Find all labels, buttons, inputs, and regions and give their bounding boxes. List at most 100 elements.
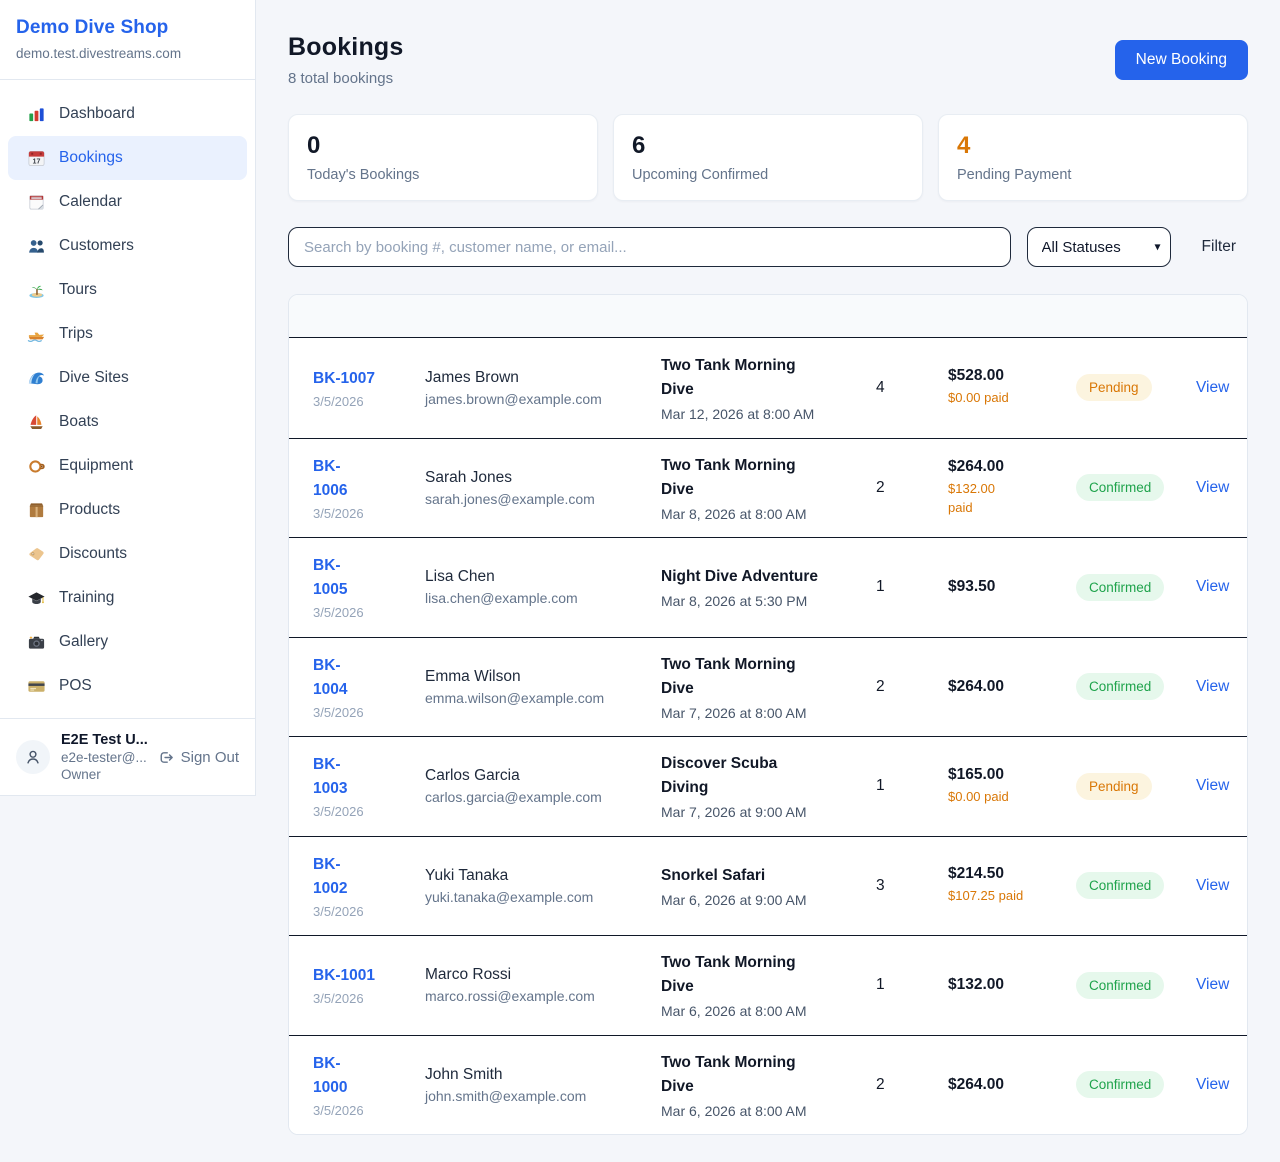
booking-date: 3/5/2026 bbox=[313, 991, 425, 1006]
sidebar-item-label: Dive Sites bbox=[59, 369, 129, 387]
stat-label: Upcoming Confirmed bbox=[632, 167, 904, 183]
sidebar-item-training[interactable]: Training bbox=[8, 576, 247, 620]
sidebar-item-dashboard[interactable]: Dashboard bbox=[8, 92, 247, 136]
sidebar-item-tours[interactable]: Tours bbox=[8, 268, 247, 312]
total-amount: $528.00 bbox=[948, 367, 1074, 385]
view-link[interactable]: View bbox=[1196, 578, 1229, 595]
view-link[interactable]: View bbox=[1196, 976, 1229, 993]
pax-count: 3 bbox=[876, 877, 948, 895]
sidebar-item-label: Customers bbox=[59, 237, 134, 255]
booking-id-link[interactable]: BK- 1004 bbox=[313, 654, 347, 702]
view-link[interactable]: View bbox=[1196, 379, 1229, 396]
booking-id-link[interactable]: BK-1007 bbox=[313, 367, 375, 391]
total-amount: $132.00 bbox=[948, 976, 1074, 994]
table-row: BK- 1004 3/5/2026 Emma Wilson emma.wilso… bbox=[289, 637, 1247, 737]
sidebar-item-dive-sites[interactable]: Dive Sites bbox=[8, 356, 247, 400]
pax-count: 2 bbox=[876, 1076, 948, 1094]
booking-date: 3/5/2026 bbox=[313, 904, 425, 919]
trip-name: Night Dive Adventure bbox=[661, 565, 876, 589]
status-badge: Confirmed bbox=[1076, 474, 1164, 501]
total-amount: $264.00 bbox=[948, 1076, 1074, 1094]
user-panel: E2E Test U... e2e-tester@... Owner Sign … bbox=[0, 718, 255, 795]
sidebar-item-pos[interactable]: POS bbox=[8, 664, 247, 708]
customer-name: Yuki Tanaka bbox=[425, 867, 661, 885]
status-filter-select[interactable]: All Statuses bbox=[1027, 227, 1171, 267]
svg-text:17: 17 bbox=[32, 157, 40, 165]
sign-out-label: Sign Out bbox=[181, 749, 239, 766]
booking-id-link[interactable]: BK-1001 bbox=[313, 964, 375, 988]
total-amount: $264.00 bbox=[948, 458, 1074, 476]
sidebar-item-discounts[interactable]: Discounts bbox=[8, 532, 247, 576]
calendar-pad-icon bbox=[26, 192, 46, 212]
table-header-row bbox=[289, 295, 1247, 338]
status-badge: Confirmed bbox=[1076, 972, 1164, 999]
view-link[interactable]: View bbox=[1196, 479, 1229, 496]
user-info: E2E Test U... e2e-tester@... Owner bbox=[61, 732, 146, 782]
customer-name: Marco Rossi bbox=[425, 966, 661, 984]
trip-name: Two Tank Morning Dive bbox=[661, 951, 876, 999]
shop-header: Demo Dive Shop demo.test.divestreams.com bbox=[0, 0, 255, 80]
pax-count: 1 bbox=[876, 578, 948, 596]
view-link[interactable]: View bbox=[1196, 678, 1229, 695]
new-booking-button[interactable]: New Booking bbox=[1115, 40, 1248, 80]
table-row: BK- 1006 3/5/2026 Sarah Jones sarah.jone… bbox=[289, 438, 1247, 538]
sidebar-item-label: Trips bbox=[59, 325, 93, 343]
view-link[interactable]: View bbox=[1196, 1076, 1229, 1093]
paid-amount: $132.00 paid bbox=[948, 480, 1074, 518]
page-header: Bookings 8 total bookings New Booking bbox=[288, 33, 1248, 87]
trip-datetime: Mar 12, 2026 at 8:00 AM bbox=[661, 406, 876, 422]
customer-email: yuki.tanaka@example.com bbox=[425, 889, 661, 905]
table-row: BK- 1003 3/5/2026 Carlos Garcia carlos.g… bbox=[289, 736, 1247, 836]
sidebar-item-label: Dashboard bbox=[59, 105, 135, 123]
sidebar-item-gallery[interactable]: Gallery bbox=[8, 620, 247, 664]
stats-row: 0 Today's Bookings 6 Upcoming Confirmed … bbox=[288, 114, 1248, 201]
stat-card: 4 Pending Payment bbox=[938, 114, 1248, 201]
status-badge: Pending bbox=[1076, 773, 1152, 800]
sidebar-item-products[interactable]: Products bbox=[8, 488, 247, 532]
customer-name: Lisa Chen bbox=[425, 568, 661, 586]
page-title: Bookings bbox=[288, 33, 404, 62]
sidebar: Demo Dive Shop demo.test.divestreams.com… bbox=[0, 0, 256, 796]
table-row: BK- 1000 3/5/2026 John Smith john.smith@… bbox=[289, 1035, 1247, 1135]
sidebar-item-boats[interactable]: Boats bbox=[8, 400, 247, 444]
sidebar-item-customers[interactable]: Customers bbox=[8, 224, 247, 268]
view-link[interactable]: View bbox=[1196, 877, 1229, 894]
filter-button[interactable]: Filter bbox=[1190, 230, 1248, 264]
speedboat-icon bbox=[26, 324, 46, 344]
view-link[interactable]: View bbox=[1196, 777, 1229, 794]
sidebar-item-bookings[interactable]: 17 Bookings bbox=[8, 136, 247, 180]
sidebar-item-calendar[interactable]: Calendar bbox=[8, 180, 247, 224]
stat-label: Pending Payment bbox=[957, 167, 1229, 183]
table-row: BK- 1002 3/5/2026 Yuki Tanaka yuki.tanak… bbox=[289, 836, 1247, 936]
sidebar-item-equipment[interactable]: Equipment bbox=[8, 444, 247, 488]
customer-email: lisa.chen@example.com bbox=[425, 590, 661, 606]
trip-name: Snorkel Safari bbox=[661, 864, 876, 888]
search-input[interactable] bbox=[288, 227, 1011, 267]
user-role: Owner bbox=[61, 767, 146, 782]
dive-mask-icon bbox=[26, 456, 46, 476]
sailboat-icon bbox=[26, 412, 46, 432]
sign-out-button[interactable]: Sign Out bbox=[157, 749, 239, 766]
sidebar-item-trips[interactable]: Trips bbox=[8, 312, 247, 356]
booking-id-link[interactable]: BK- 1006 bbox=[313, 455, 347, 503]
sidebar-item-label: Tours bbox=[59, 281, 97, 299]
people-icon bbox=[26, 236, 46, 256]
total-amount: $93.50 bbox=[948, 578, 1074, 596]
sidebar-item-label: Discounts bbox=[59, 545, 127, 563]
booking-id-link[interactable]: BK- 1002 bbox=[313, 853, 347, 901]
booking-date: 3/5/2026 bbox=[313, 394, 425, 409]
booking-date: 3/5/2026 bbox=[313, 1103, 425, 1118]
sidebar-item-label: Training bbox=[59, 589, 114, 607]
camera-icon bbox=[26, 632, 46, 652]
customer-name: John Smith bbox=[425, 1066, 661, 1084]
booking-id-link[interactable]: BK- 1000 bbox=[313, 1052, 347, 1100]
stat-card: 6 Upcoming Confirmed bbox=[613, 114, 923, 201]
trip-datetime: Mar 7, 2026 at 9:00 AM bbox=[661, 804, 876, 820]
sidebar-item-label: Boats bbox=[59, 413, 99, 431]
booking-id-link[interactable]: BK- 1003 bbox=[313, 753, 347, 801]
wave-icon bbox=[26, 368, 46, 388]
package-icon bbox=[26, 500, 46, 520]
sidebar-item-label: Products bbox=[59, 501, 120, 519]
booking-id-link[interactable]: BK- 1005 bbox=[313, 554, 347, 602]
trip-name: Two Tank Morning Dive bbox=[661, 1051, 876, 1099]
